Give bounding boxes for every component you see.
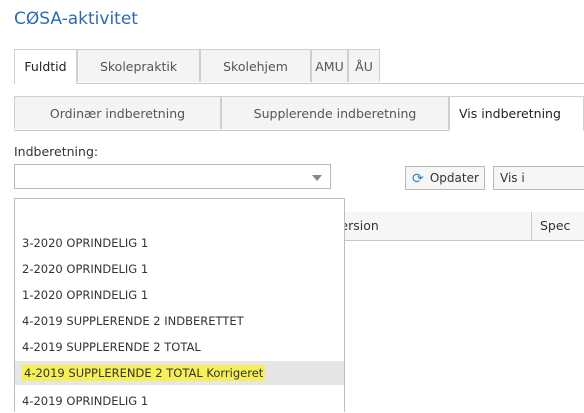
column-header-spec[interactable]: Spec (540, 218, 570, 233)
dropdown-option[interactable]: 1-2020 OPRINDELIG 1 (15, 283, 344, 307)
tab-amu[interactable]: AMU (311, 49, 348, 82)
dropdown-option-highlighted[interactable]: 4-2019 SUPPLERENDE 2 TOTAL Korrigeret (15, 361, 344, 385)
dropdown-option-empty[interactable] (15, 205, 344, 229)
indberetning-label: Indberetning: (14, 144, 99, 159)
tab-skolehjem[interactable]: Skolehjem (200, 49, 311, 82)
tab-fuldtid[interactable]: Fuldtid (14, 49, 77, 84)
show-button[interactable]: Vis i (493, 166, 584, 190)
secondary-tab-bar: Ordinær indberetning Supplerende indbere… (14, 96, 584, 131)
primary-tab-bar: Fuldtid Skolepraktik Skolehjem AMU ÅU (14, 49, 584, 84)
chevron-down-icon[interactable] (312, 175, 322, 181)
app-title: CØSA-aktivitet (14, 9, 138, 29)
refresh-button[interactable]: ⟳ Opdater (405, 166, 485, 190)
dropdown-option[interactable]: 4-2019 SUPPLERENDE 2 INDBERETTET (15, 309, 344, 333)
refresh-button-label: Opdater (429, 171, 479, 185)
grid-header: version Spec (331, 212, 584, 241)
dropdown-option[interactable]: 2-2020 OPRINDELIG 1 (15, 257, 344, 281)
highlighted-option-label: 4-2019 SUPPLERENDE 2 TOTAL Korrigeret (22, 365, 266, 381)
indberetning-dropdown-list: 3-2020 OPRINDELIG 1 2-2020 OPRINDELIG 1 … (14, 198, 345, 412)
show-button-label: Vis i (500, 171, 525, 185)
refresh-icon: ⟳ (412, 170, 424, 187)
dropdown-option[interactable]: 4-2019 OPRINDELIG 1 (15, 389, 344, 413)
tab-vis-indberetning[interactable]: Vis indberetning (449, 96, 584, 131)
tab-au[interactable]: ÅU (348, 49, 380, 82)
column-divider (531, 212, 532, 240)
tab-supplerende-indberetning[interactable]: Supplerende indberetning (221, 96, 449, 129)
indberetning-select[interactable] (14, 164, 331, 189)
dropdown-option[interactable]: 3-2020 OPRINDELIG 1 (15, 231, 344, 255)
tab-skolepraktik[interactable]: Skolepraktik (77, 49, 200, 82)
tab-ordinaer-indberetning[interactable]: Ordinær indberetning (14, 96, 221, 129)
dropdown-option[interactable]: 4-2019 SUPPLERENDE 2 TOTAL (15, 335, 344, 359)
